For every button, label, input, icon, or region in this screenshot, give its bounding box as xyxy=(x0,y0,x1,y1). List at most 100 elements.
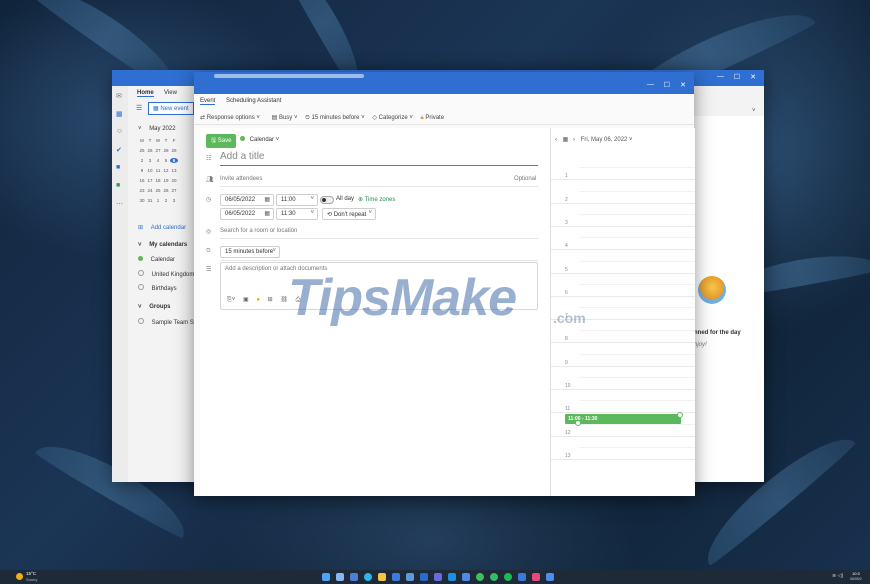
chrome-icon[interactable] xyxy=(490,573,498,581)
mini-calendar-day[interactable]: 28 xyxy=(162,148,170,153)
chevron-right-icon[interactable]: › xyxy=(573,137,575,143)
mini-calendar-day[interactable]: 25 xyxy=(138,148,146,153)
close-icon[interactable]: ✕ xyxy=(750,73,756,81)
mini-calendar-day[interactable]: 2 xyxy=(162,198,170,203)
location-input[interactable]: Search for a room or location xyxy=(220,228,297,234)
image-icon[interactable]: ▣ xyxy=(243,297,249,303)
mini-calendar-day[interactable]: 23 xyxy=(138,188,146,193)
start-icon[interactable] xyxy=(322,573,330,581)
mini-calendar-day[interactable]: 25 xyxy=(154,188,162,193)
hamburger-icon[interactable]: ☰ xyxy=(136,104,142,112)
mini-calendar-day[interactable]: 20 xyxy=(170,178,178,183)
all-day-toggle[interactable] xyxy=(320,196,334,204)
add-calendar-button[interactable]: ⊞ Add calendar xyxy=(138,224,186,231)
time-zones-button[interactable]: ⊕ Time zones xyxy=(358,196,395,203)
attendees-input[interactable]: Invite attendees xyxy=(220,176,262,182)
store-icon[interactable] xyxy=(392,573,400,581)
my-calendars-header[interactable]: ˅ My calendars xyxy=(138,242,187,248)
task-view-icon[interactable] xyxy=(350,573,358,581)
tab-view[interactable]: View xyxy=(164,90,177,96)
mail-icon[interactable] xyxy=(406,573,414,581)
mini-calendar-day[interactable]: 31 xyxy=(146,198,154,203)
mini-calendar-day[interactable]: 1 xyxy=(154,198,162,203)
mini-calendar-day[interactable]: 13 xyxy=(170,168,178,173)
emoji-icon[interactable]: ● xyxy=(256,297,260,303)
calendar-item-holidays[interactable]: United Kingdom h xyxy=(138,270,199,278)
calendar-icon[interactable]: ▦ xyxy=(116,110,123,118)
end-time-field[interactable]: 11:30 ˅ xyxy=(276,208,318,220)
mini-calendar-day[interactable]: 26 xyxy=(146,148,154,153)
todo-icon[interactable]: ✔ xyxy=(116,146,122,154)
chevron-left-icon[interactable]: ‹ xyxy=(555,137,557,143)
new-event-button[interactable]: ▦ New event xyxy=(148,102,194,115)
mini-calendar-day[interactable]: 6 xyxy=(170,158,178,163)
save-button[interactable]: 🖫︎ Save xyxy=(206,134,237,148)
maximize-icon[interactable]: ☐ xyxy=(734,73,740,81)
day-view-date[interactable]: Fri, May 06, 2022 xyxy=(581,137,628,143)
private-button[interactable]: 🔒︎ Private xyxy=(421,115,445,121)
close-icon[interactable]: ✕ xyxy=(680,81,686,89)
event-block[interactable]: 11:00 - 11:30 xyxy=(565,412,683,426)
mini-calendar-day[interactable]: 16 xyxy=(138,178,146,183)
response-options-button[interactable]: ⇄ Response options ˅ xyxy=(200,115,260,121)
mini-calendar-day[interactable]: 9 xyxy=(138,168,146,173)
mini-calendar-day[interactable]: 24 xyxy=(146,188,154,193)
outlook-icon[interactable] xyxy=(448,573,456,581)
settings-app-icon[interactable] xyxy=(518,573,526,581)
calendar-selector[interactable]: Calendar ˅ xyxy=(240,136,279,143)
people-icon[interactable]: ☺ xyxy=(116,128,123,135)
excel-icon[interactable]: ■ xyxy=(116,182,120,189)
mini-calendar-day[interactable]: 4 xyxy=(154,158,162,163)
mini-calendar-day[interactable]: 10 xyxy=(146,168,154,173)
group-item[interactable]: Sample Team Site xyxy=(138,318,200,326)
repeat-dropdown[interactable]: ⟲ Don't repeat ˅ xyxy=(322,208,376,220)
mini-calendar-day[interactable]: 3 xyxy=(146,158,154,163)
teams-icon[interactable] xyxy=(462,573,470,581)
resize-handle[interactable] xyxy=(575,420,581,426)
title-input[interactable]: Add a title xyxy=(220,151,264,162)
tab-home[interactable]: Home xyxy=(137,90,154,97)
reminder-button[interactable]: ⏲ 15 minutes before ˅ xyxy=(305,115,365,121)
start-time-field[interactable]: 11:00 ˅ xyxy=(276,194,318,206)
busy-button[interactable]: ▤ Busy ˅ xyxy=(272,115,298,121)
file-explorer-icon[interactable] xyxy=(378,573,386,581)
mini-calendar-day[interactable]: 3 xyxy=(170,198,178,203)
categorize-button[interactable]: ◇ Categorize ˅ xyxy=(372,115,412,121)
mini-calendar-day[interactable]: 17 xyxy=(146,178,154,183)
mini-calendar-day[interactable]: 2 xyxy=(138,158,146,163)
calendar-item-birthdays[interactable]: Birthdays xyxy=(138,284,177,292)
optional-link[interactable]: Optional xyxy=(514,176,536,182)
link-icon[interactable]: ⛓︎ xyxy=(280,297,288,303)
chevron-down-icon[interactable]: ˅ xyxy=(138,126,142,132)
edge-icon[interactable] xyxy=(364,573,372,581)
reminder-dropdown[interactable]: 15 minutes before ˅ xyxy=(220,246,280,258)
mini-calendar-day[interactable]: 11 xyxy=(154,168,162,173)
clock-time[interactable]: 10:3 xyxy=(852,571,860,576)
maximize-icon[interactable]: ☐ xyxy=(664,81,670,89)
mini-calendar-day[interactable]: 5 xyxy=(162,158,170,163)
mini-calendar-day[interactable]: 18 xyxy=(154,178,162,183)
attach-icon[interactable]: ⎘˅ xyxy=(227,297,235,303)
mini-calendar-day[interactable]: 27 xyxy=(154,148,162,153)
table-icon[interactable]: ⊞ xyxy=(268,297,273,303)
app-icon[interactable] xyxy=(532,573,540,581)
tray-icons[interactable]: ≋ ◁) xyxy=(832,573,843,579)
mini-calendar-day[interactable]: 30 xyxy=(138,198,146,203)
app-icon[interactable] xyxy=(546,573,554,581)
spotify-icon[interactable] xyxy=(504,573,512,581)
mail-icon[interactable]: ✉ xyxy=(116,92,122,100)
resize-handle[interactable] xyxy=(677,412,683,418)
mini-calendar-day[interactable]: 27 xyxy=(170,188,178,193)
whatsapp-icon[interactable] xyxy=(476,573,484,581)
calendar-item-calendar[interactable]: Calendar xyxy=(138,256,175,263)
mini-calendar-day[interactable]: 19 xyxy=(162,178,170,183)
chevron-down-icon[interactable]: ˅ xyxy=(752,108,756,114)
teams-icon[interactable]: ■ xyxy=(116,164,120,171)
search-icon[interactable] xyxy=(336,573,344,581)
weather-temp[interactable]: 15°C xyxy=(26,571,36,576)
end-date-field[interactable]: 06/05/2022 ▦ xyxy=(220,208,274,220)
app-icon[interactable] xyxy=(434,573,442,581)
mini-calendar-day[interactable]: 29 xyxy=(170,148,178,153)
tab-event[interactable]: Event xyxy=(200,98,216,105)
mini-calendar-day[interactable]: 12 xyxy=(162,168,170,173)
